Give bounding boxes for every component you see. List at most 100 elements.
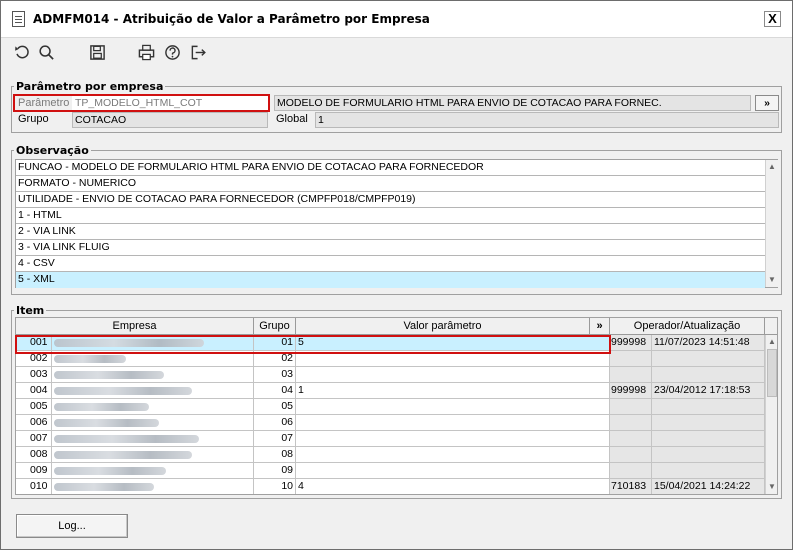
cell-valor[interactable] bbox=[296, 431, 610, 447]
observacao-list[interactable]: FUNCAO - MODELO DE FORMULARIO HTML PARA … bbox=[15, 159, 778, 288]
observacao-line[interactable]: 4 - CSV bbox=[16, 256, 765, 272]
cell-atualizacao[interactable]: 11/07/2023 14:51:48 bbox=[652, 335, 765, 351]
cell-grupo[interactable]: 10 bbox=[254, 479, 296, 494]
cell-atualizacao[interactable]: 23/04/2012 17:18:53 bbox=[652, 383, 765, 399]
cell-operador[interactable] bbox=[610, 351, 652, 367]
cell-atualizacao[interactable] bbox=[652, 399, 765, 415]
exit-button[interactable] bbox=[186, 40, 210, 64]
scroll-down-icon[interactable]: ▼ bbox=[766, 481, 777, 493]
observacao-line[interactable]: 1 - HTML bbox=[16, 208, 765, 224]
cell-empresa-name[interactable] bbox=[52, 367, 254, 383]
cell-operador[interactable]: 999998 bbox=[610, 335, 652, 351]
observacao-line[interactable]: 2 - VIA LINK bbox=[16, 224, 765, 240]
cell-codigo[interactable]: 008 bbox=[16, 447, 52, 463]
parametro-expand-button[interactable]: » bbox=[755, 95, 779, 111]
redacted-company-name bbox=[54, 483, 154, 491]
cell-valor[interactable]: 4 bbox=[296, 479, 610, 494]
print-button[interactable] bbox=[134, 40, 158, 64]
global-field: 1 bbox=[315, 112, 779, 128]
refresh-button[interactable] bbox=[10, 40, 34, 64]
cell-grupo[interactable]: 09 bbox=[254, 463, 296, 479]
cell-valor[interactable] bbox=[296, 367, 610, 383]
cell-operador[interactable] bbox=[610, 399, 652, 415]
observacao-line-selected[interactable]: 5 - XML bbox=[16, 272, 765, 288]
cell-atualizacao[interactable] bbox=[652, 367, 765, 383]
save-button[interactable] bbox=[85, 40, 109, 64]
cell-operador[interactable] bbox=[610, 367, 652, 383]
cell-empresa-name[interactable] bbox=[52, 399, 254, 415]
cell-operador[interactable]: 710183 bbox=[610, 479, 652, 494]
cell-operador[interactable] bbox=[610, 447, 652, 463]
print-icon bbox=[138, 44, 154, 60]
cell-grupo[interactable]: 07 bbox=[254, 431, 296, 447]
save-icon bbox=[89, 44, 105, 60]
cell-empresa-name[interactable] bbox=[52, 479, 254, 494]
cell-atualizacao[interactable] bbox=[652, 431, 765, 447]
redacted-company-name bbox=[54, 387, 192, 395]
observacao-scrollbar[interactable]: ▲ ▼ bbox=[765, 160, 778, 287]
redacted-company-name bbox=[54, 371, 164, 379]
cell-valor[interactable] bbox=[296, 415, 610, 431]
refresh-icon bbox=[14, 45, 29, 58]
observacao-line[interactable]: FUNCAO - MODELO DE FORMULARIO HTML PARA … bbox=[16, 160, 765, 176]
observacao-line[interactable]: UTILIDADE - ENVIO DE COTACAO PARA FORNEC… bbox=[16, 192, 765, 208]
cell-atualizacao[interactable]: 15/04/2021 14:24:22 bbox=[652, 479, 765, 494]
document-icon bbox=[12, 11, 25, 27]
cell-codigo[interactable]: 007 bbox=[16, 431, 52, 447]
cell-codigo[interactable]: 010 bbox=[16, 479, 52, 494]
item-grid-scrollbar[interactable]: ▲ ▼ bbox=[765, 335, 777, 494]
window-title: ADMFM014 - Atribuição de Valor a Parâmet… bbox=[33, 12, 430, 26]
cell-empresa-name[interactable] bbox=[52, 415, 254, 431]
column-header-empresa[interactable]: Empresa bbox=[16, 318, 254, 335]
redacted-company-name bbox=[54, 435, 199, 443]
cell-codigo[interactable]: 009 bbox=[16, 463, 52, 479]
cell-grupo[interactable]: 04 bbox=[254, 383, 296, 399]
cell-valor[interactable] bbox=[296, 399, 610, 415]
column-header-operador[interactable]: Operador/Atualização bbox=[610, 318, 765, 335]
cell-valor[interactable]: 1 bbox=[296, 383, 610, 399]
cell-operador[interactable] bbox=[610, 415, 652, 431]
scroll-up-icon[interactable]: ▲ bbox=[766, 336, 777, 348]
help-button[interactable] bbox=[160, 40, 184, 64]
cell-valor[interactable] bbox=[296, 463, 610, 479]
cell-atualizacao[interactable] bbox=[652, 463, 765, 479]
search-icon bbox=[38, 44, 54, 60]
cell-grupo[interactable]: 03 bbox=[254, 367, 296, 383]
log-button[interactable]: Log... bbox=[16, 514, 128, 538]
cell-empresa-name[interactable] bbox=[52, 447, 254, 463]
cell-empresa-name[interactable] bbox=[52, 463, 254, 479]
cell-atualizacao[interactable] bbox=[652, 447, 765, 463]
cell-operador[interactable] bbox=[610, 431, 652, 447]
search-button[interactable] bbox=[34, 40, 58, 64]
scroll-up-icon[interactable]: ▲ bbox=[766, 161, 778, 173]
column-expand-button[interactable]: » bbox=[590, 318, 610, 335]
cell-codigo[interactable]: 005 bbox=[16, 399, 52, 415]
scroll-thumb[interactable] bbox=[767, 349, 777, 397]
close-button[interactable]: X bbox=[764, 11, 781, 27]
redacted-company-name bbox=[54, 451, 192, 459]
scroll-down-icon[interactable]: ▼ bbox=[766, 274, 778, 286]
parametro-description-field: MODELO DE FORMULARIO HTML PARA ENVIO DE … bbox=[274, 95, 751, 111]
cell-valor[interactable] bbox=[296, 447, 610, 463]
cell-empresa-name[interactable] bbox=[52, 383, 254, 399]
cell-operador[interactable]: 999998 bbox=[610, 383, 652, 399]
cell-codigo[interactable]: 004 bbox=[16, 383, 52, 399]
item-row-highlight-box bbox=[15, 335, 611, 354]
cell-grupo[interactable]: 05 bbox=[254, 399, 296, 415]
column-header-valor[interactable]: Valor parâmetro bbox=[296, 318, 590, 335]
column-header-grupo[interactable]: Grupo bbox=[254, 318, 296, 335]
cell-operador[interactable] bbox=[610, 463, 652, 479]
observacao-line[interactable]: 3 - VIA LINK FLUIG bbox=[16, 240, 765, 256]
cell-atualizacao[interactable] bbox=[652, 415, 765, 431]
cell-grupo[interactable]: 06 bbox=[254, 415, 296, 431]
cell-codigo[interactable]: 003 bbox=[16, 367, 52, 383]
cell-codigo[interactable]: 006 bbox=[16, 415, 52, 431]
dialog-window: ADMFM014 - Atribuição de Valor a Parâmet… bbox=[0, 0, 793, 550]
cell-grupo[interactable]: 08 bbox=[254, 447, 296, 463]
cell-empresa-name[interactable] bbox=[52, 431, 254, 447]
cell-atualizacao[interactable] bbox=[652, 351, 765, 367]
redacted-company-name bbox=[54, 467, 166, 475]
redacted-company-name bbox=[54, 419, 159, 427]
grupo-label: Grupo bbox=[18, 113, 49, 125]
observacao-line[interactable]: FORMATO - NUMERICO bbox=[16, 176, 765, 192]
